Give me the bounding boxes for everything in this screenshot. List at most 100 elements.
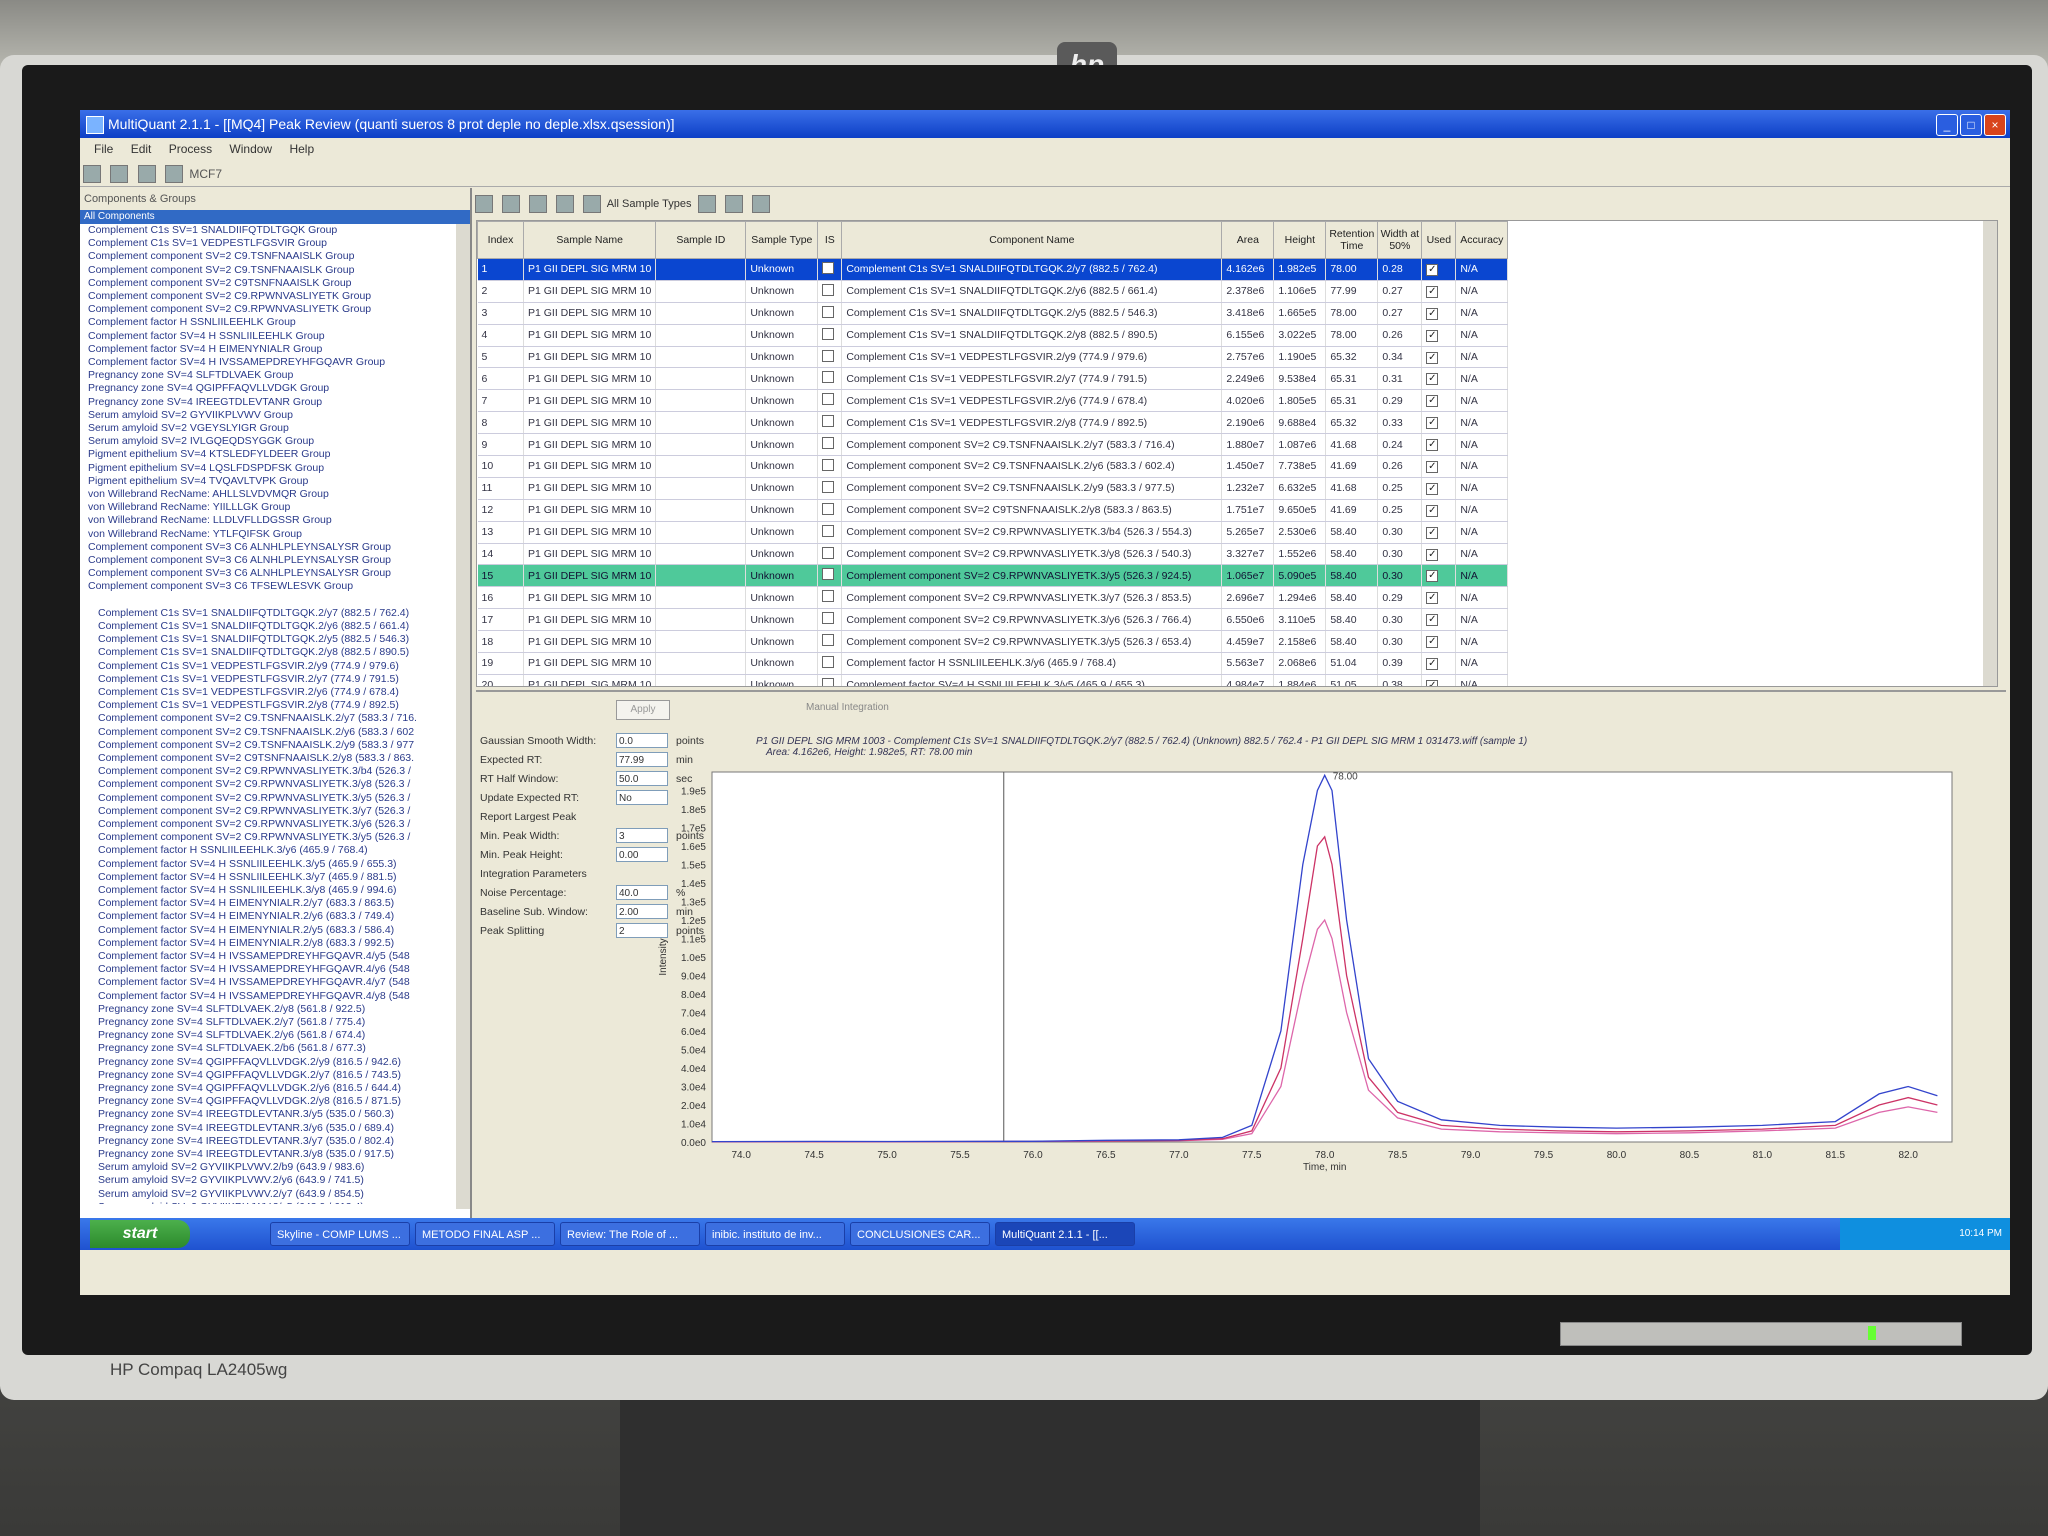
component-item[interactable]: Complement factor SV=4 H SSNLIILEEHLK.3/…: [88, 871, 470, 884]
checkbox-icon[interactable]: [1426, 351, 1439, 364]
component-item[interactable]: Pregnancy zone SV=4 SLFTDLVAEK.2/b6 (561…: [88, 1042, 470, 1055]
table-row[interactable]: 14 P1 GII DEPL SIG MRM 10 Unknown Complemen…: [477, 543, 1509, 566]
table-row[interactable]: 6 P1 GII DEPL SIG MRM 10 Unknown Complement…: [477, 367, 1509, 391]
used-checkbox[interactable]: [1421, 564, 1457, 588]
component-group-item[interactable]: Serum amyloid SV=2 VGEYSLYIGR Group: [88, 422, 470, 435]
menu-process[interactable]: Process: [169, 142, 212, 156]
checkbox-icon[interactable]: [1426, 395, 1439, 408]
menu-file[interactable]: File: [94, 142, 113, 156]
used-checkbox[interactable]: [1421, 499, 1457, 522]
is-checkbox[interactable]: [817, 499, 843, 522]
component-group-item[interactable]: Pregnancy zone SV=4 IREEGTDLEVTANR Group: [88, 396, 470, 409]
checkbox-icon[interactable]: [1426, 636, 1439, 649]
column-header[interactable]: Width at 50%: [1377, 221, 1423, 259]
component-group-item[interactable]: Complement component SV=2 C9.TSNFNAAISLK…: [88, 264, 470, 277]
checkbox-icon[interactable]: [1426, 504, 1439, 517]
checkbox-icon[interactable]: [1426, 657, 1439, 670]
is-checkbox[interactable]: [817, 564, 843, 588]
cursor-icon[interactable]: [83, 165, 101, 183]
component-item[interactable]: Complement C1s SV=1 SNALDIIFQTDLTGQK.2/y…: [88, 633, 470, 646]
is-checkbox[interactable]: [817, 302, 843, 325]
is-checkbox[interactable]: [817, 346, 843, 369]
component-item[interactable]: Complement factor SV=4 H SSNLIILEEHLK.3/…: [88, 858, 470, 871]
close-icon[interactable]: ×: [1984, 114, 2006, 136]
column-header[interactable]: Height: [1273, 221, 1327, 259]
component-group-item[interactable]: Pigment epithelium SV=4 LQSLFDSPDFSK Gro…: [88, 462, 470, 475]
is-checkbox[interactable]: [817, 455, 843, 478]
component-group-item[interactable]: Serum amyloid SV=2 IVLGQEQDSYGGK Group: [88, 435, 470, 448]
table-row[interactable]: 17 P1 GII DEPL SIG MRM 10 Unknown Complemen…: [477, 608, 1509, 632]
component-item[interactable]: Serum amyloid SV=2 GYVIIKPLVWV.2/y7 (643…: [88, 1188, 470, 1201]
component-item[interactable]: Pregnancy zone SV=4 SLFTDLVAEK.2/y6 (561…: [88, 1029, 470, 1042]
checkbox-icon[interactable]: [822, 283, 835, 296]
component-group-item[interactable]: Complement component SV=2 C9.TSNFNAAISLK…: [88, 250, 470, 263]
component-item[interactable]: Serum amyloid SV=2 GYVIIKPLVWV.2/y5 (643…: [88, 1201, 470, 1204]
component-item[interactable]: Complement component SV=2 C9.RPWNVASLIYE…: [88, 805, 470, 818]
component-item[interactable]: Complement factor H SSNLIILEEHLK.3/y6 (4…: [88, 844, 470, 857]
manual-integration-checkbox[interactable]: Manual Integration: [806, 702, 889, 713]
component-group-item[interactable]: von Willebrand RecName: AHLLSLVDVMQR Gro…: [88, 488, 470, 501]
open-icon[interactable]: [110, 165, 129, 183]
column-header[interactable]: Sample ID: [655, 221, 747, 259]
component-item[interactable]: Complement C1s SV=1 VEDPESTLFGSVIR.2/y8 …: [88, 699, 470, 712]
component-group-item[interactable]: Pregnancy zone SV=4 SLFTDLVAEK Group: [88, 369, 470, 382]
component-group-item[interactable]: von Willebrand RecName: YIILLLGK Group: [88, 501, 470, 514]
used-checkbox[interactable]: [1421, 608, 1457, 632]
checkbox-icon[interactable]: [1426, 592, 1439, 605]
checkbox-icon[interactable]: [822, 634, 835, 647]
sample-type-filter[interactable]: All Sample Types: [607, 198, 692, 210]
component-group-item[interactable]: Complement component SV=2 C9TSNFNAAISLK …: [88, 277, 470, 290]
is-checkbox[interactable]: [817, 433, 843, 457]
component-group-item[interactable]: Complement factor SV=4 H IVSSAMEPDREYHFG…: [88, 356, 470, 369]
column-header[interactable]: Area: [1221, 221, 1275, 259]
eye-icon[interactable]: [697, 195, 716, 214]
component-item[interactable]: Complement component SV=2 C9.RPWNVASLIYE…: [88, 831, 470, 844]
component-item[interactable]: Complement factor SV=4 H EIMENYNIALR.2/y…: [88, 897, 470, 910]
component-group-item[interactable]: Complement C1s SV=1 SNALDIIFQTDLTGQK Gro…: [88, 224, 470, 237]
component-item[interactable]: Complement component SV=2 C9.RPWNVASLIYE…: [88, 818, 470, 831]
component-group-item[interactable]: Complement factor SV=4 H EIMENYNIALR Gro…: [88, 343, 470, 356]
column-header[interactable]: Retention Time: [1325, 221, 1379, 259]
component-group-item[interactable]: von Willebrand RecName: YTLFQIFSK Group: [88, 528, 470, 541]
component-item[interactable]: Serum amyloid SV=2 GYVIIKPLVWV.2/b9 (643…: [88, 1161, 470, 1174]
component-item[interactable]: Complement component SV=2 C9.TSNFNAAISLK…: [88, 739, 470, 752]
checkbox-icon[interactable]: [822, 655, 835, 668]
checkbox-icon[interactable]: [1426, 679, 1439, 686]
used-checkbox[interactable]: [1421, 433, 1457, 457]
component-item[interactable]: Complement component SV=2 C9.RPWNVASLIYE…: [88, 765, 470, 778]
table-row[interactable]: 10 P1 GII DEPL SIG MRM 10 Unknown Complemen…: [477, 455, 1509, 478]
project-selector[interactable]: MCF7: [189, 167, 222, 181]
components-scrollbar[interactable]: [456, 224, 470, 1209]
layout-icon[interactable]: [583, 195, 602, 214]
component-item[interactable]: Pregnancy zone SV=4 SLFTDLVAEK.2/y8 (561…: [88, 1003, 470, 1016]
checkbox-icon[interactable]: [1426, 570, 1439, 583]
folder-icon[interactable]: [165, 165, 184, 183]
component-group-item[interactable]: Serum amyloid SV=2 GYVIIKPLVWV Group: [88, 409, 470, 422]
table-row[interactable]: 16 P1 GII DEPL SIG MRM 10 Unknown Complemen…: [477, 586, 1509, 610]
used-checkbox[interactable]: [1421, 630, 1457, 654]
taskbar-task[interactable]: inibic. instituto de inv...: [705, 1222, 845, 1246]
checkbox-icon[interactable]: [822, 458, 835, 471]
component-group-item[interactable]: Complement component SV=2 C9.RPWNVASLIYE…: [88, 290, 470, 303]
component-item[interactable]: Complement factor SV=4 H EIMENYNIALR.2/y…: [88, 937, 470, 950]
checkbox-icon[interactable]: [1426, 482, 1439, 495]
used-checkbox[interactable]: [1421, 411, 1457, 435]
is-checkbox[interactable]: [817, 630, 843, 654]
component-item[interactable]: Complement component SV=2 C9.RPWNVASLIYE…: [88, 792, 470, 805]
table-row[interactable]: 8 P1 GII DEPL SIG MRM 10 Unknown Complement…: [477, 411, 1509, 435]
table-row[interactable]: 4 P1 GII DEPL SIG MRM 10 Unknown Complement…: [477, 324, 1509, 347]
checkbox-icon[interactable]: [822, 261, 835, 274]
checkbox-icon[interactable]: [1426, 285, 1439, 298]
used-checkbox[interactable]: [1421, 302, 1457, 325]
used-checkbox[interactable]: [1421, 477, 1457, 500]
used-checkbox[interactable]: [1421, 324, 1457, 347]
component-item[interactable]: Complement C1s SV=1 VEDPESTLFGSVIR.2/y6 …: [88, 686, 470, 699]
column-header[interactable]: Sample Type: [745, 221, 819, 259]
is-checkbox[interactable]: [817, 586, 843, 610]
component-item[interactable]: Complement C1s SV=1 VEDPESTLFGSVIR.2/y7 …: [88, 673, 470, 686]
checkbox-icon[interactable]: [822, 327, 835, 340]
is-checkbox[interactable]: [817, 411, 843, 435]
is-checkbox[interactable]: [817, 674, 843, 686]
chromatogram-chart[interactable]: 74.0 74.5 75.0 75.5 76.0 76.5 77.0 77.5 78.0 78.5…: [652, 762, 1992, 1192]
checkbox-icon[interactable]: [822, 480, 835, 493]
